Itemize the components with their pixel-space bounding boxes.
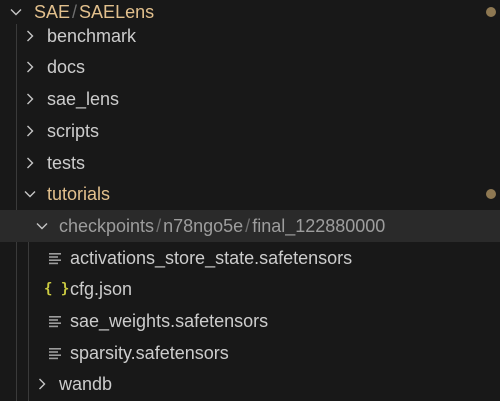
path-segment-final[interactable]: final_122880000: [252, 216, 385, 236]
folder-row-checkpoints-path[interactable]: checkpoints / n78ngo5e / final_122880000: [0, 210, 500, 242]
folder-row-tests[interactable]: tests: [0, 147, 500, 179]
chevron-down-icon[interactable]: [20, 178, 40, 210]
folder-row-docs[interactable]: docs: [0, 51, 500, 83]
folder-label-docs: docs: [47, 57, 86, 77]
path-separator: /: [156, 216, 162, 236]
root-folder-name-part-1: SAE: [34, 2, 71, 22]
file-label-sparsity: sparsity.safetensors: [70, 343, 229, 363]
path-separator: /: [245, 216, 251, 236]
file-label-cfg-json: cfg.json: [70, 279, 133, 299]
folder-label-tutorials: tutorials: [47, 184, 111, 204]
folder-label-benchmark: benchmark: [47, 26, 137, 46]
path-segment-run-id[interactable]: n78ngo5e: [163, 216, 243, 236]
chevron-right-icon[interactable]: [20, 83, 40, 115]
folder-row-benchmark[interactable]: benchmark: [0, 20, 500, 52]
modified-indicator-dot: [486, 189, 496, 199]
chevron-right-icon[interactable]: [20, 20, 40, 52]
file-explorer-tree: SAE / SAELens benchmark docs sae_lens scri…: [0, 0, 500, 401]
file-row-cfg-json[interactable]: { } cfg.json: [0, 273, 500, 305]
path-segment-checkpoints[interactable]: checkpoints: [59, 216, 154, 236]
chevron-right-icon[interactable]: [32, 368, 52, 400]
lines-file-icon: [46, 337, 64, 369]
json-braces-icon: { }: [44, 281, 70, 297]
chevron-right-icon[interactable]: [20, 147, 40, 179]
compact-folder-path: checkpoints / n78ngo5e / final_122880000: [59, 210, 385, 242]
folder-label-sae-lens: sae_lens: [47, 89, 120, 109]
chevron-right-icon[interactable]: [20, 115, 40, 147]
modified-indicator-dot: [486, 7, 496, 17]
folder-row-sae-lens[interactable]: sae_lens: [0, 83, 500, 115]
folder-label-tests: tests: [47, 153, 86, 173]
file-row-sae-weights[interactable]: sae_weights.safetensors: [0, 305, 500, 337]
folder-label-wandb: wandb: [59, 374, 113, 394]
chevron-right-icon[interactable]: [20, 51, 40, 83]
folder-row-tutorials[interactable]: tutorials: [0, 178, 500, 210]
path-separator: /: [72, 2, 78, 22]
chevron-down-icon[interactable]: [32, 210, 52, 242]
file-label-activations-store-state: activations_store_state.safetensors: [70, 248, 353, 268]
file-row-activations-store-state[interactable]: activations_store_state.safetensors: [0, 242, 500, 274]
folder-row-scripts[interactable]: scripts: [0, 115, 500, 147]
file-label-sae-weights: sae_weights.safetensors: [70, 311, 269, 331]
root-folder-name-part-2: SAELens: [79, 2, 155, 22]
lines-file-icon: [46, 242, 64, 274]
file-row-sparsity[interactable]: sparsity.safetensors: [0, 337, 500, 369]
lines-file-icon: [46, 305, 64, 337]
folder-label-scripts: scripts: [47, 121, 100, 141]
folder-row-wandb[interactable]: wandb: [0, 368, 500, 400]
